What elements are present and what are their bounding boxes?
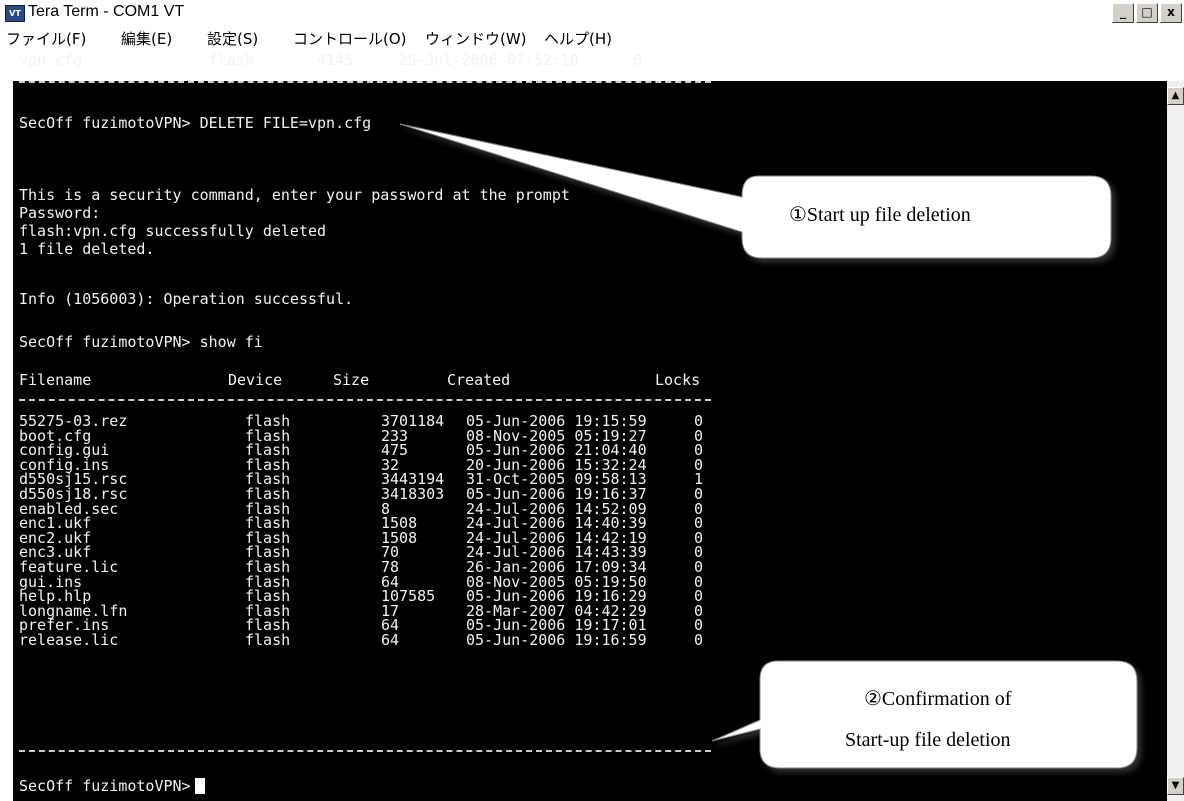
- callout-2-text-line2: Start-up file deletion: [845, 729, 1011, 751]
- callout-1-bubble: [399, 123, 1112, 259]
- callout-shapes: [399, 123, 1138, 769]
- callout-2-text-line1: ②Confirmation of: [864, 688, 1012, 710]
- callout-1-text: ①Start up file deletion: [789, 204, 971, 226]
